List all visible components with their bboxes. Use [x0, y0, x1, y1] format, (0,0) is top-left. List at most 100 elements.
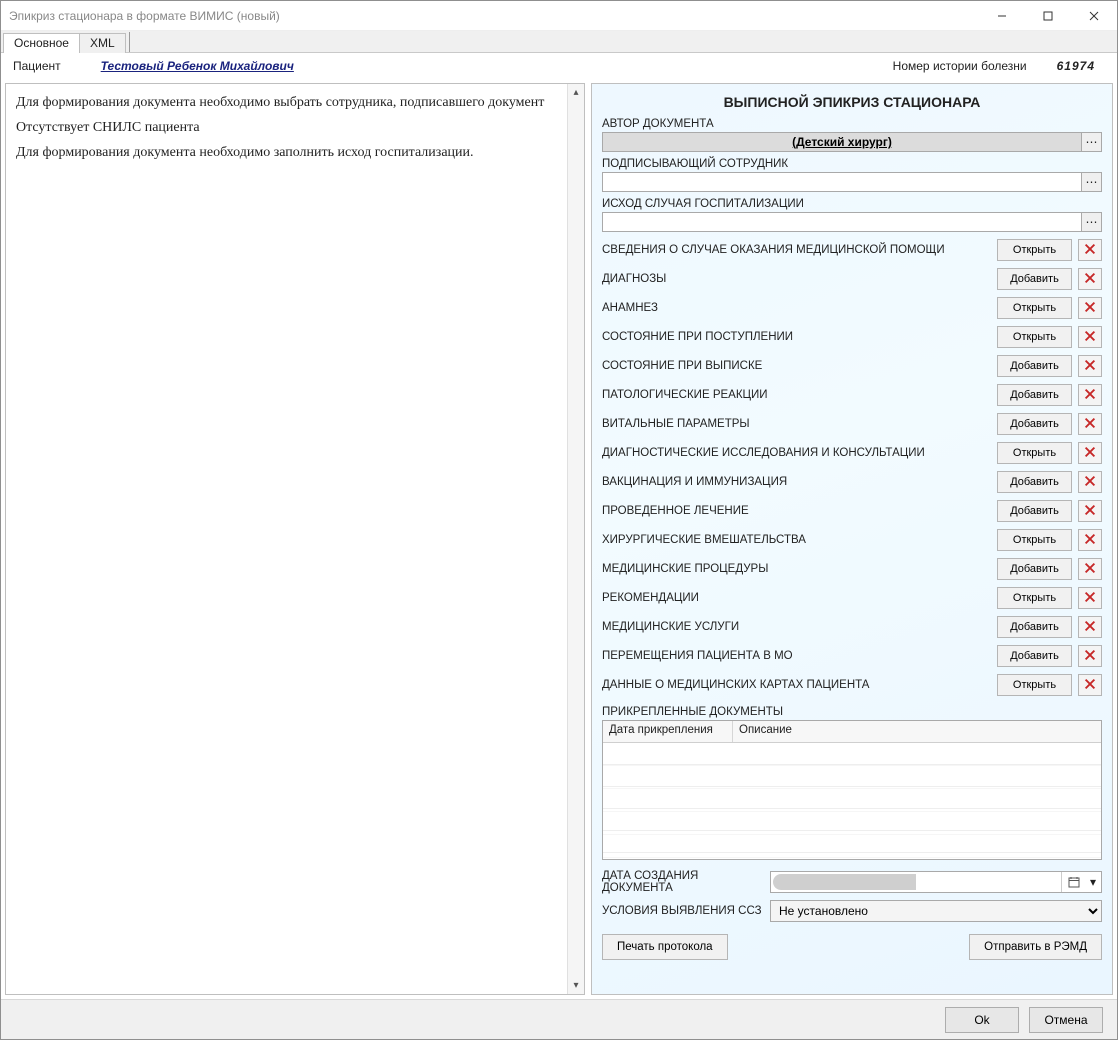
section-row: МЕДИЦИНСКИЕ УСЛУГИ Добавить	[602, 615, 1102, 639]
section-delete-button[interactable]	[1078, 297, 1102, 319]
attachments-col-desc[interactable]: Описание	[733, 721, 1101, 742]
signer-label: ПОДПИСЫВАЮЩИЙ СОТРУДНИК	[602, 158, 1102, 170]
section-delete-button[interactable]	[1078, 558, 1102, 580]
tab-strip: Основное XML	[1, 31, 1117, 53]
section-name: ВАКЦИНАЦИЯ И ИММУНИЗАЦИЯ	[602, 476, 991, 488]
left-scrollbar[interactable]: ▴ ▾	[567, 84, 584, 994]
section-name: ПЕРЕМЕЩЕНИЯ ПАЦИЕНТА В МО	[602, 650, 991, 662]
section-action-button[interactable]: Добавить	[997, 616, 1072, 638]
section-action-button[interactable]: Открыть	[997, 326, 1072, 348]
section-delete-button[interactable]	[1078, 268, 1102, 290]
delete-icon	[1083, 300, 1097, 317]
section-action-button[interactable]: Добавить	[997, 355, 1072, 377]
date-create-field[interactable]: ▾	[770, 871, 1102, 893]
author-field[interactable]	[602, 132, 1082, 152]
section-row: ДИАГНОСТИЧЕСКИЕ ИССЛЕДОВАНИЯ И КОНСУЛЬТА…	[602, 441, 1102, 465]
validation-line: Отсутствует СНИЛС пациента	[16, 119, 562, 138]
scroll-down-icon[interactable]: ▾	[568, 977, 584, 994]
section-delete-button[interactable]	[1078, 355, 1102, 377]
delete-icon	[1083, 648, 1097, 665]
section-action-button[interactable]: Открыть	[997, 587, 1072, 609]
section-row: ДАННЫЕ О МЕДИЦИНСКИХ КАРТАХ ПАЦИЕНТАОткр…	[602, 673, 1102, 697]
section-delete-button[interactable]	[1078, 500, 1102, 522]
scroll-up-icon[interactable]: ▴	[568, 84, 584, 101]
attachments-table[interactable]: Дата прикрепления Описание	[602, 720, 1102, 860]
section-action-button[interactable]: Добавить	[997, 471, 1072, 493]
signer-lookup-button[interactable]: ⋯	[1082, 172, 1102, 192]
validation-panel: Для формирования документа необходимо вы…	[5, 83, 585, 995]
section-delete-button[interactable]	[1078, 413, 1102, 435]
ssz-label: УСЛОВИЯ ВЫЯВЛЕНИЯ ССЗ	[602, 905, 762, 917]
section-action-button[interactable]: Открыть	[997, 297, 1072, 319]
print-protocol-button[interactable]: Печать протокола	[602, 934, 728, 960]
section-row: АНАМНЕЗ Открыть	[602, 296, 1102, 320]
section-row: МЕДИЦИНСКИЕ ПРОЦЕДУРЫДобавить	[602, 557, 1102, 581]
form-panel: ВЫПИСНОЙ ЭПИКРИЗ СТАЦИОНАРА АВТОР ДОКУМЕ…	[591, 83, 1113, 995]
table-row[interactable]	[603, 743, 1101, 765]
section-row: РЕКОМЕНДАЦИИОткрыть	[602, 586, 1102, 610]
section-action-button[interactable]: Открыть	[997, 239, 1072, 261]
table-row[interactable]	[603, 831, 1101, 853]
section-delete-button[interactable]	[1078, 384, 1102, 406]
patient-label: Пациент	[13, 59, 61, 73]
section-name: ХИРУРГИЧЕСКИЕ ВМЕШАТЕЛЬСТВА	[602, 534, 991, 546]
section-delete-button[interactable]	[1078, 442, 1102, 464]
section-action-button[interactable]: Добавить	[997, 500, 1072, 522]
section-action-button[interactable]: Открыть	[997, 674, 1072, 696]
delete-icon	[1083, 532, 1097, 549]
author-lookup-button[interactable]: ⋯	[1082, 132, 1102, 152]
section-name: СОСТОЯНИЕ ПРИ ВЫПИСКЕ	[602, 360, 991, 372]
section-name: АНАМНЕЗ	[602, 302, 991, 314]
section-action-button[interactable]: Добавить	[997, 645, 1072, 667]
section-row: СОСТОЯНИЕ ПРИ ПОСТУПЛЕНИИОткрыть	[602, 325, 1102, 349]
section-action-button[interactable]: Открыть	[997, 529, 1072, 551]
section-delete-button[interactable]	[1078, 616, 1102, 638]
delete-icon	[1083, 619, 1097, 636]
validation-line: Для формирования документа необходимо за…	[16, 144, 562, 163]
outcome-lookup-button[interactable]: ⋯	[1082, 212, 1102, 232]
ssz-select[interactable]: Не установлено	[770, 900, 1102, 922]
tab-xml[interactable]: XML	[79, 33, 126, 53]
section-delete-button[interactable]	[1078, 239, 1102, 261]
section-delete-button[interactable]	[1078, 529, 1102, 551]
section-action-button[interactable]: Добавить	[997, 384, 1072, 406]
section-action-button[interactable]: Открыть	[997, 442, 1072, 464]
delete-icon	[1083, 329, 1097, 346]
table-row[interactable]	[603, 809, 1101, 831]
section-name: МЕДИЦИНСКИЕ УСЛУГИ	[602, 621, 991, 633]
section-action-button[interactable]: Добавить	[997, 413, 1072, 435]
attachments-col-date[interactable]: Дата прикрепления	[603, 721, 733, 742]
delete-icon	[1083, 503, 1097, 520]
delete-icon	[1083, 358, 1097, 375]
tab-main[interactable]: Основное	[3, 33, 80, 53]
ok-button[interactable]: Ok	[945, 1007, 1019, 1033]
section-delete-button[interactable]	[1078, 645, 1102, 667]
table-row[interactable]	[603, 787, 1101, 809]
signer-field[interactable]	[602, 172, 1082, 192]
cancel-button[interactable]: Отмена	[1029, 1007, 1103, 1033]
section-delete-button[interactable]	[1078, 674, 1102, 696]
close-button[interactable]	[1071, 1, 1117, 31]
outcome-field[interactable]	[602, 212, 1082, 232]
maximize-button[interactable]	[1025, 1, 1071, 31]
delete-icon	[1083, 561, 1097, 578]
section-delete-button[interactable]	[1078, 471, 1102, 493]
patient-name-link[interactable]: Тестовый Ребенок Михайлович	[101, 59, 294, 73]
table-row[interactable]	[603, 765, 1101, 787]
calendar-icon[interactable]	[1061, 872, 1085, 892]
send-remd-button[interactable]: Отправить в РЭМД	[969, 934, 1102, 960]
section-row: ПЕРЕМЕЩЕНИЯ ПАЦИЕНТА В МО Добавить	[602, 644, 1102, 668]
section-row: ДИАГНОЗЫДобавить	[602, 267, 1102, 291]
section-delete-button[interactable]	[1078, 326, 1102, 348]
section-action-button[interactable]: Добавить	[997, 268, 1072, 290]
minimize-button[interactable]	[979, 1, 1025, 31]
author-label: АВТОР ДОКУМЕНТА	[602, 118, 1102, 130]
section-row: ПРОВЕДЕННОЕ ЛЕЧЕНИЕ Добавить	[602, 499, 1102, 523]
section-name: ПРОВЕДЕННОЕ ЛЕЧЕНИЕ	[602, 505, 991, 517]
section-row: СВЕДЕНИЯ О СЛУЧАЕ ОКАЗАНИЯ МЕДИЦИНСКОЙ П…	[602, 238, 1102, 262]
section-action-button[interactable]: Добавить	[997, 558, 1072, 580]
section-delete-button[interactable]	[1078, 587, 1102, 609]
patient-bar: Пациент Тестовый Ребенок Михайлович Номе…	[1, 53, 1117, 79]
delete-icon	[1083, 445, 1097, 462]
dropdown-icon[interactable]: ▾	[1085, 872, 1101, 892]
